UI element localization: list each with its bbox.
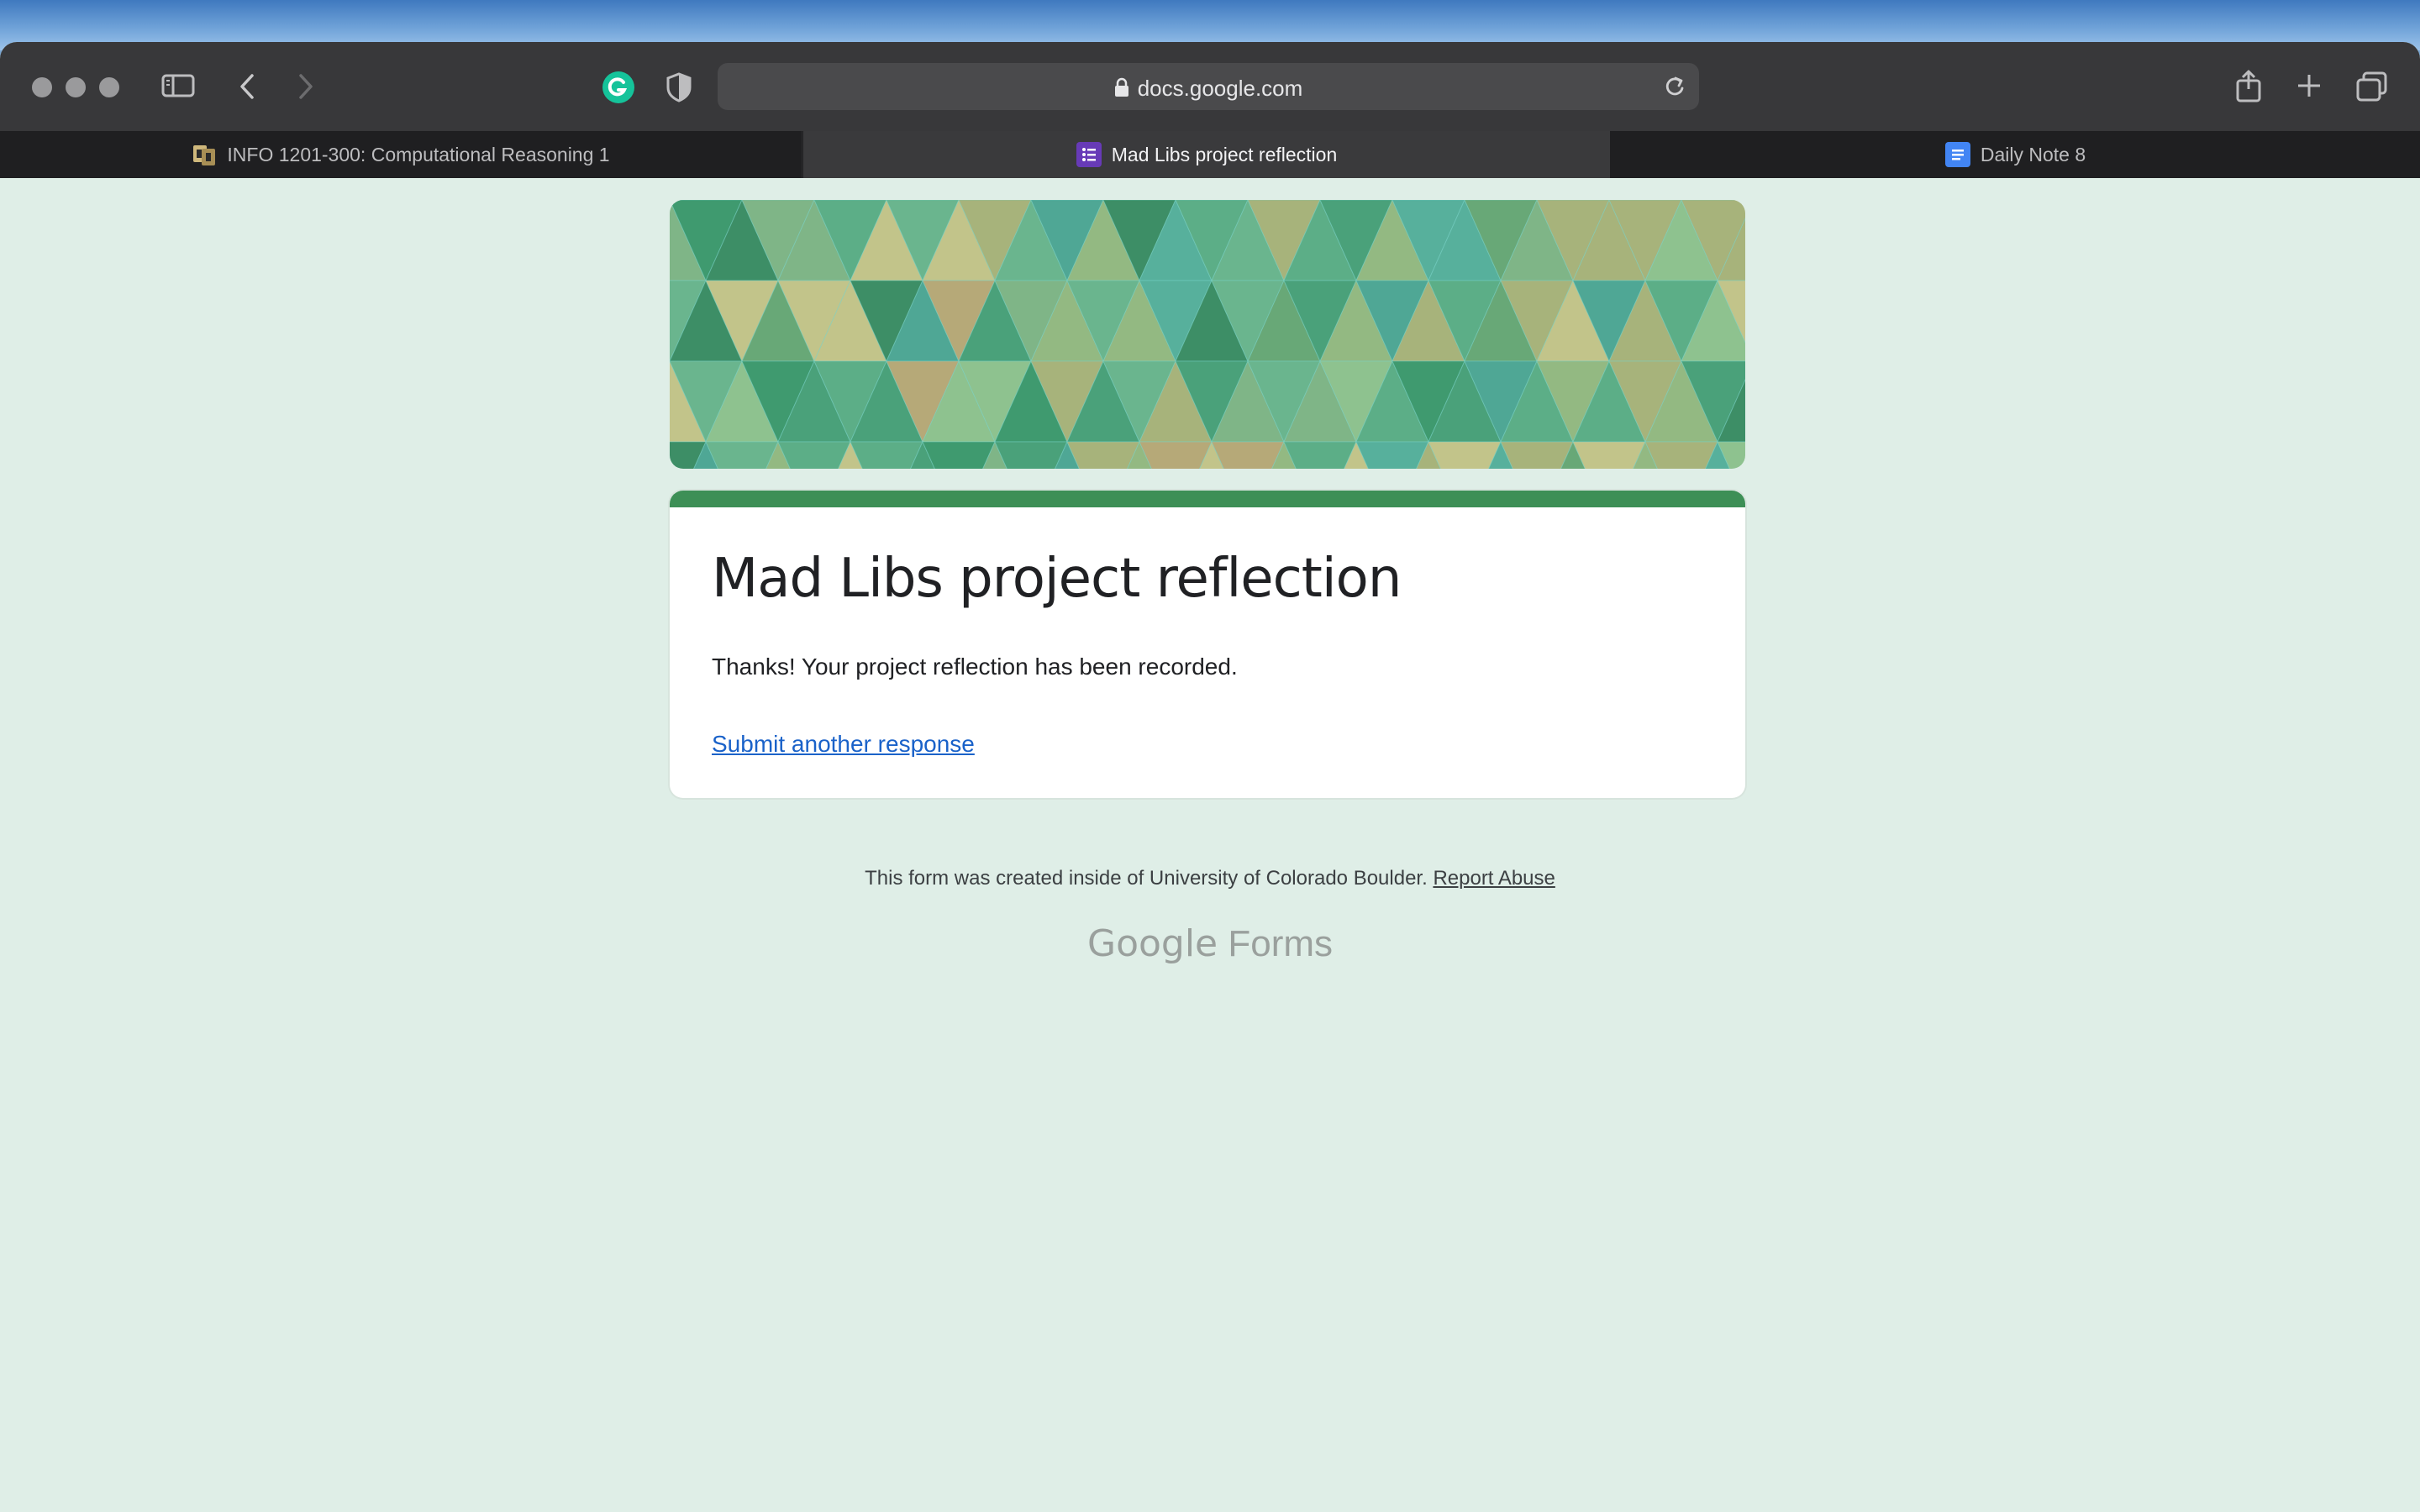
report-abuse-link[interactable]: Report Abuse [1433, 867, 1555, 890]
form-header-image [670, 200, 1745, 469]
browser-toolbar: docs.google.com [0, 42, 2420, 131]
minimize-window-button[interactable] [66, 77, 86, 97]
share-icon[interactable] [2235, 69, 2262, 102]
reload-icon[interactable] [1664, 75, 1686, 98]
grammarly-extension-icon[interactable] [602, 71, 635, 104]
form-title: Mad Libs project reflection [712, 548, 1402, 610]
confirmation-message: Thanks! Your project reflection has been… [712, 654, 1238, 680]
zoom-window-button[interactable] [99, 77, 119, 97]
tab-label: INFO 1201-300: Computational Reasoning 1 [227, 143, 610, 165]
url-text: docs.google.com [1137, 76, 1303, 101]
forward-icon[interactable] [296, 72, 316, 101]
browser-window: docs.google.com INFO 1201-300: Computati… [0, 42, 2420, 1512]
cu-boulder-icon [192, 142, 217, 167]
google-docs-icon [1944, 142, 1970, 167]
form-footer: This form was created inside of Universi… [0, 867, 2420, 890]
tab-label: Daily Note 8 [1980, 143, 2086, 165]
close-window-button[interactable] [32, 77, 52, 97]
sidebar-toggle-icon[interactable] [161, 72, 195, 99]
address-bar[interactable]: docs.google.com [718, 63, 1699, 110]
google-forms-logo[interactable]: Google Forms [0, 922, 2420, 965]
tab-label: Mad Libs project reflection [1111, 143, 1338, 165]
footer-notice: This form was created inside of Universi… [865, 867, 1428, 890]
tab-overview-icon[interactable] [2355, 71, 2389, 102]
tab-bar: INFO 1201-300: Computational Reasoning 1… [0, 131, 2420, 179]
submit-another-response-link[interactable]: Submit another response [712, 731, 975, 758]
brand-google: Google [1086, 922, 1218, 965]
back-icon[interactable] [237, 72, 257, 101]
tab-info-1201[interactable]: INFO 1201-300: Computational Reasoning 1 [0, 131, 802, 178]
theme-accent-bar [670, 491, 1745, 507]
new-tab-icon[interactable] [2296, 72, 2323, 99]
privacy-shield-icon[interactable] [666, 72, 692, 102]
lock-icon [1114, 77, 1128, 97]
google-forms-icon [1076, 142, 1102, 167]
page-content: Mad Libs project reflection Thanks! Your… [0, 178, 2420, 1512]
tab-mad-libs[interactable]: Mad Libs project reflection [803, 131, 1610, 178]
brand-forms: Forms [1228, 923, 1334, 964]
tab-daily-note[interactable]: Daily Note 8 [1611, 131, 2420, 178]
confirmation-card: Mad Libs project reflection Thanks! Your… [670, 491, 1745, 798]
